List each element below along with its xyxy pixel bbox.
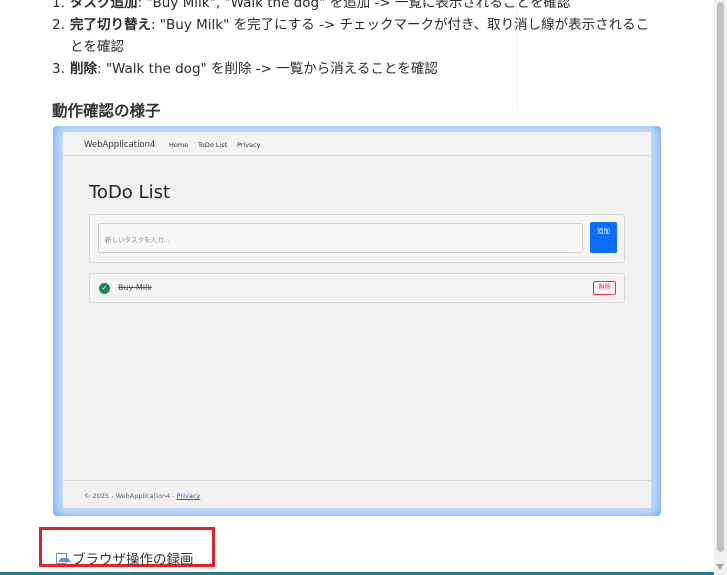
step-title: 完了切り替え: [70, 17, 151, 33]
screenshot-nav-home: Home: [169, 141, 189, 149]
screenshot-title: ToDo List: [89, 182, 171, 203]
broken-image-icon: [56, 552, 71, 564]
scrollbar-thumb[interactable]: [717, 2, 724, 552]
embedded-screenshot: WebApplication4 Home ToDo List Privacy T…: [53, 126, 661, 516]
vertical-scrollbar[interactable]: [714, 0, 727, 575]
step-text: : "Buy Milk", "Walk the dog" を追加 -> 一覧に表…: [137, 0, 571, 11]
screenshot-page: WebApplication4 Home ToDo List Privacy T…: [63, 132, 651, 508]
section-heading: 動作確認の様子: [52, 102, 161, 120]
screenshot-add-button: 追加: [590, 222, 617, 253]
step-number: 2.: [52, 17, 65, 33]
screenshot-todo-item: ✓ Buy Milk 削除: [89, 273, 625, 303]
screenshot-footer: © 2025 - WebApplication4 - Privacy: [63, 480, 651, 508]
recording-link[interactable]: ブラウザ操作の録画: [56, 548, 194, 568]
step-title: タスク追加: [70, 0, 138, 11]
document-content: 1. タスク追加: "Buy Milk", "Walk the dog" を追加…: [0, 0, 714, 575]
screenshot-nav-privacy: Privacy: [237, 141, 261, 149]
screenshot-delete-button: 削除: [593, 281, 616, 295]
step-item-1: 1. タスク追加: "Buy Milk", "Walk the dog" を追加…: [52, 0, 662, 14]
screenshot-brand: WebApplication4: [84, 140, 156, 150]
check-icon: ✓: [99, 283, 110, 294]
screenshot-navbar: WebApplication4 Home ToDo List Privacy: [63, 132, 651, 156]
recording-link-text: ブラウザ操作の録画: [72, 552, 194, 568]
screenshot-task-input: 新しいタスクを入力...: [98, 223, 583, 253]
steps-list: 1. タスク追加: "Buy Milk", "Walk the dog" を追加…: [52, 0, 662, 80]
step-text: : "Walk the dog" を削除 -> 一覧から消えることを確認: [97, 61, 438, 77]
step-text: : "Buy Milk" を完了にする -> チェックマークが付き、取り消し線が…: [70, 17, 650, 55]
step-number: 1.: [52, 0, 65, 11]
step-item-2: 2. 完了切り替え: "Buy Milk" を完了にする -> チェックマークが…: [52, 14, 662, 58]
screenshot-input-card: 新しいタスクを入力... 追加: [89, 214, 625, 263]
screenshot-nav-todo: ToDo List: [198, 141, 228, 149]
step-item-3: 3. 削除: "Walk the dog" を削除 -> 一覧から消えることを確…: [52, 58, 662, 80]
screenshot-footer-text: © 2025 - WebApplication4 -: [84, 492, 177, 500]
screenshot-item-text: Buy Milk: [118, 283, 152, 292]
screenshot-footer-link: Privacy: [176, 492, 201, 500]
scroll-down-arrow-icon[interactable]: [716, 564, 724, 570]
step-title: 削除: [70, 61, 97, 77]
step-number: 3.: [52, 61, 65, 77]
